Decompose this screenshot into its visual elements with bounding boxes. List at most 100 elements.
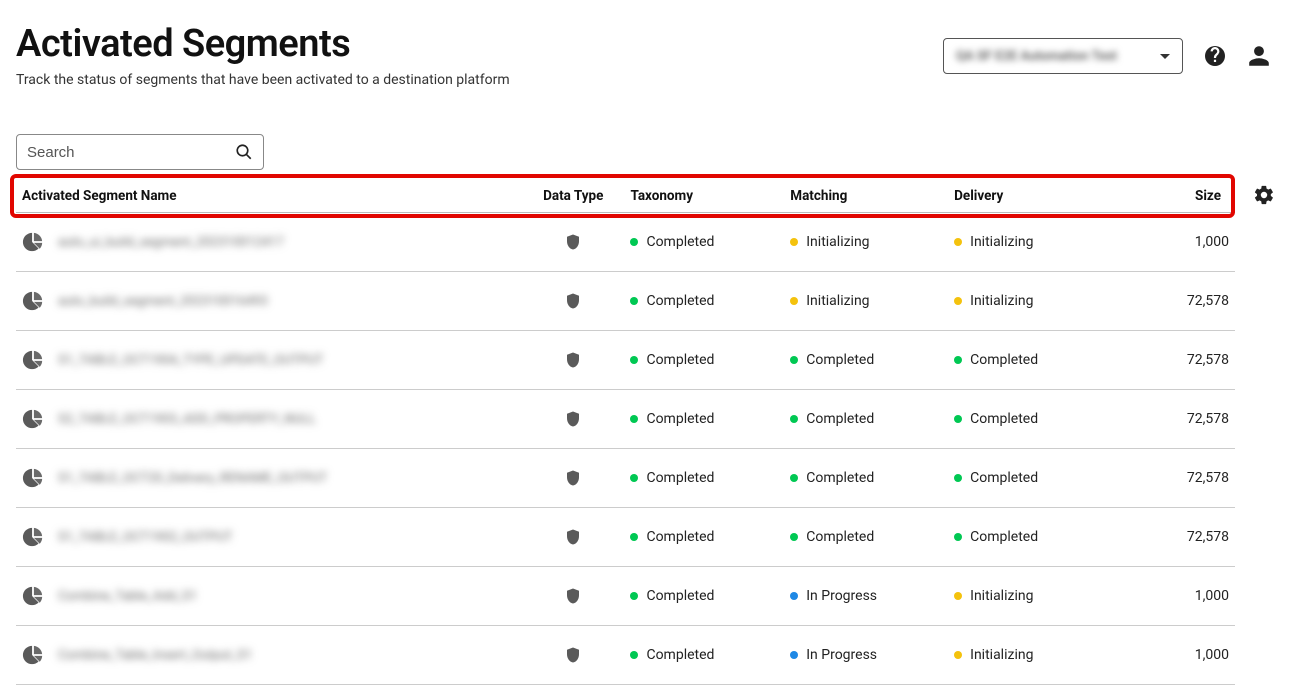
size-value: 1,000 <box>1112 567 1235 626</box>
pie-chart-icon <box>22 349 44 371</box>
col-header-datatype[interactable]: Data Type <box>522 180 624 213</box>
status-label: In Progress <box>806 647 877 663</box>
segment-name: auto_ui_build_segment_202310012417 <box>58 235 284 250</box>
status-cell: Completed <box>630 411 778 427</box>
shield-icon <box>564 409 582 429</box>
status-dot-icon <box>790 651 798 659</box>
status-dot-icon <box>790 356 798 364</box>
table-row[interactable]: S1_TABLE_OCT20_Delivery_RENAME_OUTPUT Co… <box>16 449 1235 508</box>
segment-name: S2_TABLE_OCT1903_ADD_PROPERTY_NULL <box>58 412 316 427</box>
size-value: 1,000 <box>1112 626 1235 685</box>
col-header-delivery[interactable]: Delivery <box>948 180 1112 213</box>
status-cell: Initializing <box>954 588 1106 604</box>
status-cell: In Progress <box>790 588 942 604</box>
status-dot-icon <box>630 533 638 541</box>
table-row[interactable]: Combine_Table_Insert_Output_S1 Completed… <box>16 626 1235 685</box>
status-dot-icon <box>790 592 798 600</box>
pie-chart-icon <box>22 585 44 607</box>
status-cell: Completed <box>630 470 778 486</box>
status-cell: Initializing <box>954 234 1106 250</box>
segment-name: S1_TABLE_OCT1902_OUTPUT <box>58 530 233 545</box>
status-dot-icon <box>630 474 638 482</box>
col-header-matching[interactable]: Matching <box>784 180 948 213</box>
help-icon[interactable] <box>1203 44 1227 68</box>
segments-table: Activated Segment Name Data Type Taxonom… <box>16 180 1235 685</box>
status-cell: Completed <box>630 647 778 663</box>
size-value: 72,578 <box>1112 508 1235 567</box>
shield-icon <box>564 232 582 252</box>
status-cell: Completed <box>630 588 778 604</box>
segment-name: auto_build_segment_202310016493 <box>58 294 268 309</box>
segment-name: S1_TABLE_OCT1904_TYPE_UPDATE_OUTPUT <box>58 353 323 368</box>
status-label: Completed <box>806 470 874 486</box>
status-label: Completed <box>806 411 874 427</box>
status-dot-icon <box>790 297 798 305</box>
status-cell: Completed <box>790 411 942 427</box>
pie-chart-icon <box>22 408 44 430</box>
status-dot-icon <box>954 356 962 364</box>
status-label: Initializing <box>806 293 869 309</box>
status-dot-icon <box>954 533 962 541</box>
status-cell: Completed <box>954 352 1106 368</box>
status-dot-icon <box>954 474 962 482</box>
status-dot-icon <box>630 356 638 364</box>
table-row[interactable]: Combine_Table_Add_S1 Completed In Progre… <box>16 567 1235 626</box>
gear-icon[interactable] <box>1253 184 1275 206</box>
status-dot-icon <box>954 238 962 246</box>
status-cell: Completed <box>790 352 942 368</box>
status-cell: Completed <box>790 470 942 486</box>
status-cell: Initializing <box>790 293 942 309</box>
table-header-row: Activated Segment Name Data Type Taxonom… <box>16 180 1235 213</box>
status-label: Initializing <box>970 234 1033 250</box>
status-dot-icon <box>790 238 798 246</box>
status-label: In Progress <box>806 588 877 604</box>
status-dot-icon <box>954 592 962 600</box>
status-cell: Initializing <box>790 234 942 250</box>
segment-name: Combine_Table_Insert_Output_S1 <box>58 648 252 663</box>
search-input[interactable] <box>27 144 235 161</box>
table-row[interactable]: auto_build_segment_202310016493 Complete… <box>16 272 1235 331</box>
status-label: Completed <box>646 647 714 663</box>
status-label: Completed <box>970 529 1038 545</box>
size-value: 72,578 <box>1112 272 1235 331</box>
status-label: Completed <box>646 234 714 250</box>
account-selector[interactable]: QA SF E2E Automation Test <box>943 38 1183 74</box>
status-cell: Completed <box>954 470 1106 486</box>
status-dot-icon <box>954 415 962 423</box>
status-dot-icon <box>790 415 798 423</box>
status-cell: In Progress <box>790 647 942 663</box>
status-dot-icon <box>954 651 962 659</box>
search-icon <box>235 143 253 161</box>
shield-icon <box>564 586 582 606</box>
shield-icon <box>564 350 582 370</box>
status-label: Initializing <box>970 293 1033 309</box>
shield-icon <box>564 645 582 665</box>
status-dot-icon <box>630 415 638 423</box>
size-value: 72,578 <box>1112 331 1235 390</box>
shield-icon <box>564 291 582 311</box>
status-cell: Completed <box>630 234 778 250</box>
table-row[interactable]: S1_TABLE_OCT1902_OUTPUT Completed Comple… <box>16 508 1235 567</box>
status-cell: Completed <box>954 529 1106 545</box>
col-header-taxonomy[interactable]: Taxonomy <box>624 180 784 213</box>
status-label: Completed <box>646 529 714 545</box>
status-dot-icon <box>630 297 638 305</box>
status-cell: Completed <box>630 293 778 309</box>
size-value: 72,578 <box>1112 449 1235 508</box>
chevron-down-icon <box>1160 54 1170 59</box>
status-dot-icon <box>630 238 638 246</box>
status-cell: Initializing <box>954 647 1106 663</box>
user-icon[interactable] <box>1247 44 1271 68</box>
table-row[interactable]: auto_ui_build_segment_202310012417 Compl… <box>16 213 1235 272</box>
search-input-wrapper[interactable] <box>16 134 264 170</box>
table-row[interactable]: S2_TABLE_OCT1903_ADD_PROPERTY_NULL Compl… <box>16 390 1235 449</box>
status-dot-icon <box>630 651 638 659</box>
status-label: Completed <box>646 352 714 368</box>
col-header-name[interactable]: Activated Segment Name <box>16 180 522 213</box>
status-label: Completed <box>806 352 874 368</box>
size-value: 1,000 <box>1112 213 1235 272</box>
status-label: Completed <box>970 352 1038 368</box>
col-header-size[interactable]: Size <box>1112 180 1235 213</box>
status-label: Initializing <box>970 588 1033 604</box>
table-row[interactable]: S1_TABLE_OCT1904_TYPE_UPDATE_OUTPUT Comp… <box>16 331 1235 390</box>
